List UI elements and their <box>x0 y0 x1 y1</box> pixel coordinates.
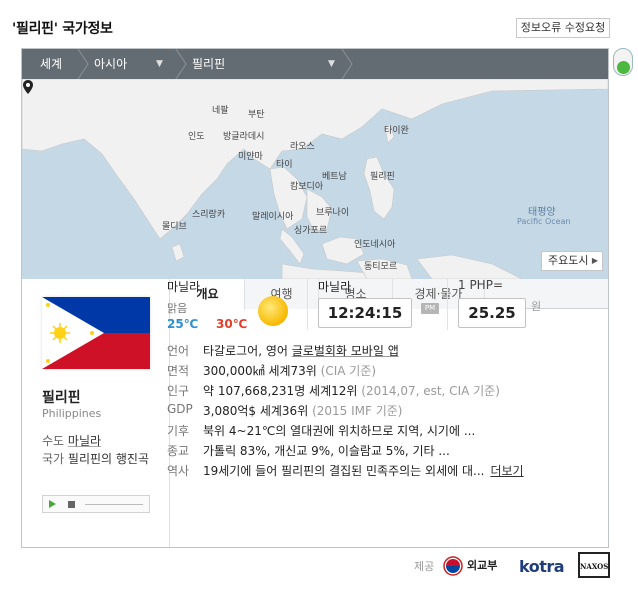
sun-icon <box>258 296 288 326</box>
map-label-cambodia: 캄보디아 <box>290 182 324 192</box>
temperature-low: 25℃ <box>167 317 199 331</box>
exchange-unit: 원 <box>531 300 542 313</box>
map-label-indonesia: 인도네시아 <box>354 240 396 250</box>
fact-value: 가톨릭 83%, 개신교 9%, 이슬람교 5%, 기타 ... <box>203 444 450 458</box>
country-summary-panel: 필리핀 Philippines 수도 마닐라 국가 필리핀의 행진곡 <box>22 279 170 547</box>
map-label-srilanka: 스리랑카 <box>192 210 226 220</box>
fact-value: 3,080억$ 세계36위 <box>203 404 309 418</box>
ampm-badge: PM <box>421 303 439 314</box>
fact-value-wrap: 타갈로그어, 영어 글로벌회화 모바일 앱 <box>203 342 399 359</box>
anthem-player <box>42 495 150 513</box>
map-label-philippines: 필리핀 <box>370 172 395 182</box>
map-label-pacific-ko: 태평양 <box>528 207 556 218</box>
fact-value: 19세기에 들어 필리핀의 결집된 민족주의는 외세에 대... <box>203 464 485 478</box>
map-label-maldives: 몰디브 <box>162 222 187 232</box>
anthem-label: 국가 <box>42 452 65 466</box>
fact-source: (2014,07, est, CIA 기준) <box>361 384 500 398</box>
map-label-nepal: 네팔 <box>212 106 229 116</box>
capital-row: 수도 마닐라 <box>42 432 101 449</box>
provider-label: 제공 <box>414 560 435 573</box>
map-label-easttimor: 동티모르 <box>364 262 398 272</box>
divider <box>307 278 308 330</box>
temperature-high: 30℃ <box>216 317 248 331</box>
map-label-bangladesh: 방글라데시 <box>223 132 265 142</box>
country-name: 필리핀 <box>42 390 81 406</box>
weather-city: 마닐라 <box>167 280 201 294</box>
fact-value-wrap: 300,000㎢ 세계73위 (CIA 기준) <box>203 362 376 379</box>
country-map[interactable]: 네팔 부탄 인도 방글라데시 미얀마 라오스 타이완 타이 베트남 캄보디아 필… <box>22 79 608 279</box>
map-label-pacific-en: Pacific Ocean <box>517 217 571 226</box>
mofa-logo-text: 외교부 <box>467 558 497 572</box>
fact-label: GDP <box>167 402 193 416</box>
kotra-logo[interactable]: kotra <box>519 557 565 576</box>
map-label-taiwan: 타이완 <box>384 126 409 136</box>
fact-source: (2015 IMF 기준) <box>312 404 403 418</box>
naxos-logo[interactable]: NAXOS <box>578 552 610 578</box>
naxos-logo-text: NAXOS <box>580 562 609 571</box>
fact-value: 약 107,668,231명 세계12위 <box>203 384 358 398</box>
map-label-vietnam: 베트남 <box>322 172 347 182</box>
location-pin-icon <box>23 80 33 94</box>
breadcrumb-separator <box>175 49 187 79</box>
breadcrumb: 세계 아시아 ▼ 필리핀 ▼ <box>22 49 608 79</box>
weather-description: 맑음 <box>167 302 188 315</box>
chevron-right-icon: ▶ <box>591 256 598 265</box>
anthem-title: 필리핀의 행진곡 <box>67 452 150 466</box>
breadcrumb-separator <box>77 49 89 79</box>
fact-value-wrap: 약 107,668,231명 세계12위 (2014,07, est, CIA … <box>203 382 500 399</box>
progress-track[interactable] <box>85 504 143 505</box>
stop-icon[interactable] <box>68 501 75 508</box>
play-icon[interactable] <box>49 500 56 508</box>
fact-source: (CIA 기준) <box>320 364 377 378</box>
more-link[interactable]: 더보기 <box>490 464 523 478</box>
major-cities-label: 주요도시 <box>548 254 589 267</box>
exchange-rate: 25.25 <box>458 298 526 328</box>
anthem-row: 국가 필리핀의 행진곡 <box>42 450 154 468</box>
fact-value: 타갈로그어, 영어 <box>203 344 288 358</box>
local-time: 12:24:15 <box>318 298 412 328</box>
divider <box>447 278 448 330</box>
map-label-laos: 라오스 <box>290 142 315 152</box>
fact-label: 역사 <box>167 464 190 478</box>
breadcrumb-country[interactable]: 필리핀 <box>192 49 225 79</box>
conversation-app-link[interactable]: 글로벌회화 모바일 앱 <box>292 344 399 358</box>
map-label-singapore: 싱가포르 <box>294 226 328 236</box>
map-label-myanmar: 미얀마 <box>238 152 263 162</box>
fact-label: 종교 <box>167 444 190 458</box>
map-label-malaysia: 말레이시아 <box>252 212 294 222</box>
fact-value-wrap: 3,080억$ 세계36위 (2015 IMF 기준) <box>203 402 402 419</box>
breadcrumb-world[interactable]: 세계 <box>40 49 62 79</box>
fact-value: 북위 4~21℃의 열대권에 위치하므로 지역, 시기에 ... <box>203 424 476 438</box>
breadcrumb-region[interactable]: 아시아 <box>94 49 127 79</box>
report-error-button[interactable]: 정보오류 수정요청 <box>516 18 610 38</box>
country-name-english: Philippines <box>42 407 102 420</box>
toggle-knob <box>617 61 630 74</box>
local-time-city: 마닐라 <box>318 280 352 294</box>
major-cities-button[interactable]: 주요도시 ▶ <box>541 251 603 271</box>
exchange-label: 1 PHP= <box>458 278 503 292</box>
map-toggle-switch[interactable] <box>613 48 633 76</box>
map-label-thailand: 타이 <box>276 160 293 170</box>
capital-link[interactable]: 마닐라 <box>68 434 101 448</box>
capital-label: 수도 <box>42 434 65 448</box>
map-label-india: 인도 <box>188 132 205 142</box>
fact-value: 300,000㎢ 세계73위 <box>203 364 317 378</box>
breadcrumb-separator <box>341 49 353 79</box>
fact-label: 인구 <box>167 384 190 398</box>
fact-value-wrap: 19세기에 들어 필리핀의 결집된 민족주의는 외세에 대... 더보기 <box>203 462 524 479</box>
fact-label: 면적 <box>167 364 190 378</box>
philippines-flag-icon <box>42 297 150 369</box>
fact-label: 기후 <box>167 424 190 438</box>
chevron-down-icon[interactable]: ▼ <box>328 59 335 69</box>
map-label-brunei: 브루나이 <box>316 208 350 218</box>
fact-label: 언어 <box>167 344 190 358</box>
page-title: '필리핀' 국가정보 <box>12 21 113 37</box>
map-label-bhutan: 부탄 <box>248 110 265 120</box>
mofa-logo[interactable]: 외교부 <box>443 555 515 577</box>
chevron-down-icon[interactable]: ▼ <box>156 59 163 69</box>
